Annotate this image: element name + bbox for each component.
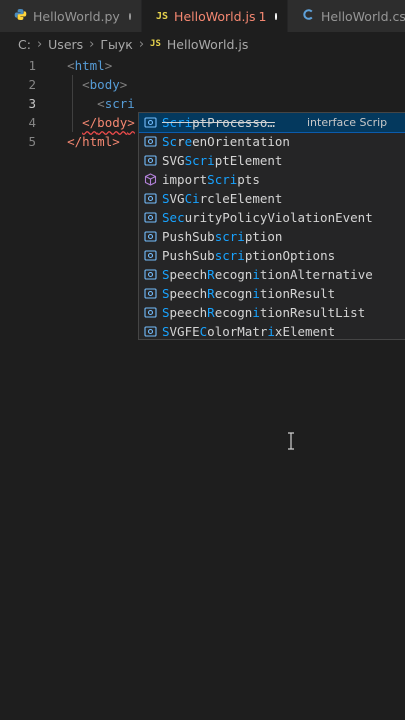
chevron-right-icon: ›: [138, 36, 145, 52]
suggestion-label: SVGScriptElement: [162, 153, 283, 168]
cube-icon: [143, 173, 157, 187]
error-close-tag: </body>: [82, 115, 135, 130]
interface-icon: [143, 192, 157, 206]
suggestion-item[interactable]: SVGCircleElement: [139, 189, 405, 208]
suggestion-label: SpeechRecognitionResult: [162, 286, 336, 301]
suggestion-item[interactable]: PushSubscription: [139, 227, 405, 246]
line-number-gutter: 1 2 3 4 5: [0, 56, 52, 151]
unsaved-dot-icon[interactable]: [275, 12, 277, 20]
suggestion-label: PushSubscription: [162, 229, 283, 244]
line-number: 2: [28, 77, 36, 92]
python-icon: [14, 8, 27, 24]
tab-label: HelloWorld.js: [174, 8, 256, 24]
js-icon: JS: [156, 10, 169, 22]
line-number: 5: [28, 134, 36, 149]
suggestion-item[interactable]: SVGFEColorMatrixElement: [139, 322, 405, 339]
breadcrumb-drive[interactable]: C:: [18, 37, 31, 52]
text-cursor-icon: [288, 432, 294, 450]
suggestion-label: SVGCircleElement: [162, 191, 283, 206]
code-line-3: <scri: [97, 96, 135, 111]
typed-text: scri: [104, 96, 135, 111]
interface-icon: [143, 306, 157, 320]
suggestion-label: SecurityPolicyViolationEvent: [162, 210, 373, 225]
suggestion-widget[interactable]: ScriptProcesso… interface Scrip ScreenOrie…: [138, 112, 405, 340]
line-number-current: 3: [28, 96, 36, 111]
tag-body: body: [89, 77, 120, 92]
suggestion-label: importScripts: [162, 172, 260, 187]
suggestion-label: ScreenOrientation: [162, 134, 290, 149]
line-number: 1: [28, 58, 36, 73]
code-line-1: <html>: [67, 58, 113, 73]
suggestion-item[interactable]: SVGScriptElement: [139, 151, 405, 170]
suggestion-item[interactable]: SecurityPolicyViolationEvent: [139, 208, 405, 227]
suggestion-label: SVGFEColorMatrixElement: [162, 324, 336, 339]
csharp-icon: [302, 8, 315, 24]
suggestion-label: SpeechRecognitionResultList: [162, 305, 366, 320]
breadcrumb-users[interactable]: Users: [48, 37, 83, 52]
tab-helloworld-py[interactable]: HelloWorld.py: [0, 0, 142, 32]
tab-helloworld-js[interactable]: JS HelloWorld.js 1: [142, 0, 288, 32]
tab-label: HelloWorld.cs: [321, 8, 405, 24]
suggestion-item[interactable]: PushSubscriptionOptions: [139, 246, 405, 265]
editor-tab-bar: HelloWorld.py JS HelloWorld.js 1 HelloWo…: [0, 0, 405, 32]
chevron-right-icon: ›: [36, 36, 43, 52]
suggestion-item[interactable]: SpeechRecognitionAlternative: [139, 265, 405, 284]
breadcrumb-user-folder[interactable]: Гыук: [100, 37, 132, 52]
problem-count: 1: [258, 8, 267, 24]
interface-icon: [143, 135, 157, 149]
breadcrumb-file[interactable]: HelloWorld.js: [167, 37, 248, 52]
suggestion-detail: interface Scrip: [307, 116, 388, 129]
close-tag-html: </html>: [67, 134, 120, 149]
suggestion-item[interactable]: SpeechRecognitionResultList: [139, 303, 405, 322]
interface-icon: [143, 154, 157, 168]
suggestion-item[interactable]: ScriptProcesso… interface Scrip: [139, 113, 405, 133]
interface-icon: [143, 230, 157, 244]
suggestion-label: PushSubscriptionOptions: [162, 248, 336, 263]
interface-icon: [143, 287, 157, 301]
js-file-icon: JS: [150, 39, 161, 49]
suggestion-item[interactable]: SpeechRecognitionResult: [139, 284, 405, 303]
interface-icon: [143, 211, 157, 225]
suggestion-item[interactable]: ScreenOrientation: [139, 132, 405, 151]
code-line-2: <body>: [82, 77, 128, 92]
chevron-right-icon: ›: [89, 36, 95, 52]
suggestion-label: SpeechRecognitionAlternative: [162, 267, 373, 282]
tag-html: html: [74, 58, 105, 73]
interface-icon: [143, 249, 157, 263]
interface-icon: [143, 325, 157, 339]
suggestion-item[interactable]: importScripts: [139, 170, 405, 189]
line-number: 4: [28, 115, 36, 130]
suggestion-label: ScriptProcesso…: [162, 115, 275, 130]
breadcrumb: C: › Users › Гыук › JS HelloWorld.js: [0, 32, 405, 56]
tab-helloworld-cs[interactable]: HelloWorld.cs: [288, 0, 405, 32]
interface-icon: [143, 116, 157, 130]
unsaved-dot-icon[interactable]: [128, 12, 131, 20]
interface-icon: [143, 268, 157, 282]
tab-label: HelloWorld.py: [33, 8, 120, 24]
